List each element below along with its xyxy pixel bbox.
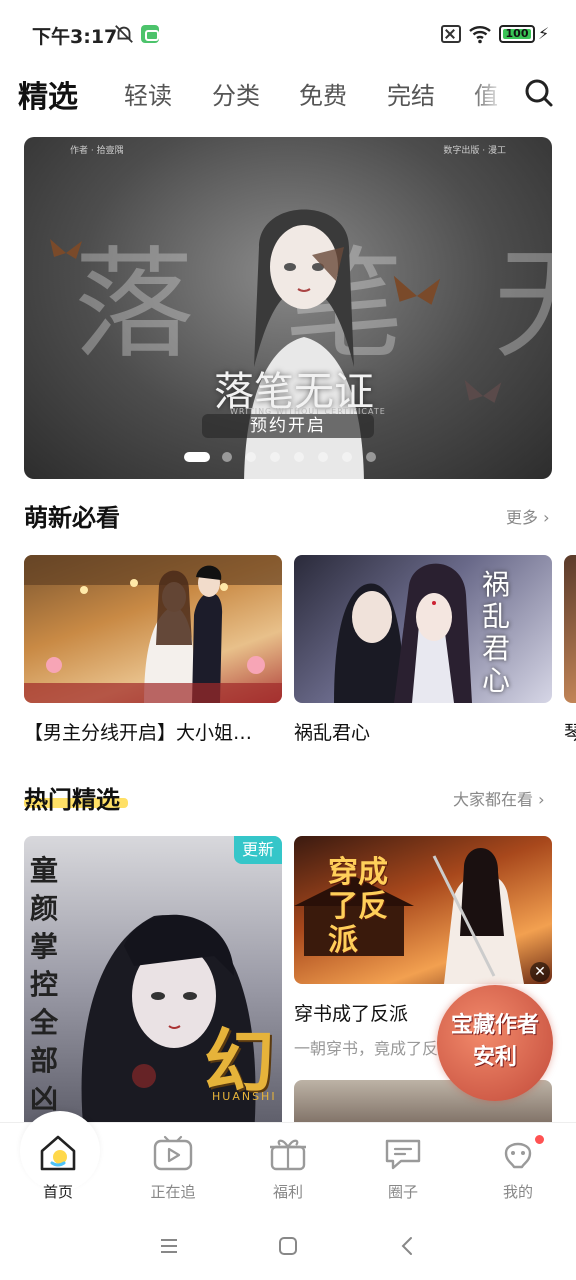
carousel-dot[interactable]	[342, 452, 352, 462]
nav-profile[interactable]: 我的	[478, 1133, 558, 1202]
tab-completed[interactable]: 完结	[387, 76, 435, 111]
charging-icon: ⚡	[538, 24, 550, 43]
comic-subtitle-5: 一朝穿书，竟成了反派	[294, 1039, 444, 1058]
comic-title-3[interactable]: 琴	[564, 718, 576, 745]
tab-category[interactable]: 分类	[212, 76, 260, 111]
mute-bell-icon	[115, 25, 133, 43]
nav-label: 正在追	[150, 1183, 196, 1201]
nav-label: 首页	[42, 1183, 73, 1201]
profile-icon	[504, 1142, 532, 1169]
app-notification-icon	[141, 25, 159, 43]
banner-carousel[interactable]: 作者 · 拾壹隅 数字出版 · 漫工 落笔无证 落笔无证 WRITING WIT…	[24, 137, 552, 479]
status-bar: 下午3:17 100 ⚡	[0, 0, 576, 70]
status-time: 下午3:17	[32, 26, 118, 48]
tab-featured[interactable]: 精选	[18, 72, 78, 116]
nav-welfare[interactable]: 福利	[248, 1133, 328, 1202]
nav-following[interactable]: 正在追	[133, 1133, 213, 1202]
banner-credit-publisher: 数字出版 · 漫工	[443, 146, 506, 156]
promo-floating-button[interactable]: 宝藏作者安利	[437, 985, 553, 1101]
notification-dot	[535, 1135, 544, 1144]
carousel-dot[interactable]	[246, 452, 256, 462]
tab-light-read[interactable]: 轻读	[124, 76, 172, 111]
carousel-dot[interactable]	[318, 452, 328, 462]
section-title-new: 萌新必看	[24, 504, 120, 532]
promo-text: 宝藏作者安利	[450, 1012, 539, 1070]
battery-icon: 100	[499, 25, 535, 43]
home-button-icon[interactable]	[276, 1234, 300, 1258]
wifi-icon	[469, 26, 491, 44]
nav-circle[interactable]: 圈子	[363, 1133, 443, 1202]
carousel-dot[interactable]	[270, 452, 280, 462]
nav-home[interactable]: 首页	[18, 1133, 98, 1202]
tab-free[interactable]: 免费	[299, 76, 347, 111]
comic-title-1[interactable]: 【男主分线开启】大小姐…	[24, 718, 282, 745]
nav-label: 圈子	[387, 1183, 418, 1201]
more-link[interactable]: 更多 ›	[506, 504, 550, 528]
butterfly-icon	[464, 379, 502, 403]
cover-vertical-title: 童颜掌控全部凶兽	[30, 854, 59, 1136]
butterfly-icon	[393, 275, 441, 305]
carousel-dot[interactable]	[184, 452, 210, 462]
chat-icon	[385, 1139, 421, 1170]
comic-title-2[interactable]: 祸乱君心	[294, 718, 552, 745]
cover-art	[24, 555, 282, 703]
back-icon[interactable]	[396, 1234, 420, 1258]
comic-cover-1[interactable]	[24, 555, 282, 703]
battery-level: 100	[503, 28, 531, 39]
carousel-dot[interactable]	[366, 452, 376, 462]
home-icon	[40, 1135, 76, 1171]
carousel-dot[interactable]	[222, 452, 232, 462]
top-tab-bar: 精选 轻读 分类 免费 完结 值	[0, 70, 576, 120]
comic-cover-5[interactable]: 穿成了反派	[294, 836, 552, 984]
update-badge: 更新	[234, 836, 282, 864]
bottom-nav: 首页 正在追 福利 圈子 我的	[0, 1111, 576, 1210]
video-icon	[153, 1135, 193, 1171]
search-icon[interactable]	[524, 78, 554, 108]
comic-cover-4[interactable]: 更新 童颜掌控全部凶兽 幻 HUANSHI	[24, 836, 282, 1136]
comic-cover-3[interactable]	[564, 555, 576, 703]
comic-cover-2[interactable]: 祸乱君心	[294, 555, 552, 703]
sim-disabled-icon	[441, 25, 461, 43]
butterfly-icon	[50, 239, 82, 259]
banner-credit-author: 作者 · 拾壹隅	[70, 146, 124, 156]
gift-icon	[270, 1139, 306, 1171]
cover-title: 穿成了反派	[328, 855, 388, 958]
tab-fade	[470, 70, 520, 120]
menu-icon[interactable]	[157, 1234, 181, 1258]
popular-link[interactable]: 大家都在看 ›	[453, 786, 545, 810]
carousel-dot[interactable]	[294, 452, 304, 462]
cover-title: 祸乱君心	[482, 568, 511, 697]
cover-pinyin: HUANSHI	[212, 1090, 277, 1103]
section-title-hot: 热门精选	[24, 786, 120, 814]
close-icon[interactable]: ✕	[530, 962, 550, 982]
system-nav-bar	[0, 1210, 576, 1280]
reserve-button[interactable]: 预约开启	[202, 414, 374, 438]
nav-label: 我的	[502, 1183, 533, 1201]
nav-label: 福利	[272, 1183, 303, 1201]
